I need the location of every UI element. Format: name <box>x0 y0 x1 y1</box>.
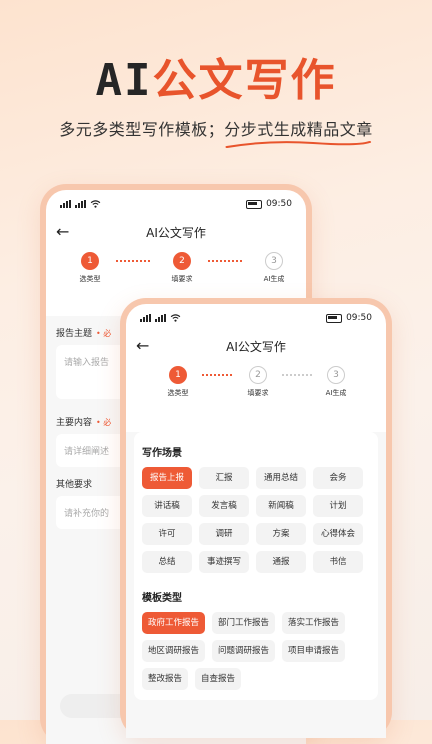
step-connector <box>116 260 150 264</box>
phone-screen-front: 09:50 ← AI公文写作 1 选类型 2 填要求 3 AI生成 写作场景 报告上报… <box>126 304 386 738</box>
step-number: 1 <box>169 366 187 384</box>
scene-chip[interactable]: 心得体会 <box>313 523 363 545</box>
step-3: 3 AI生成 <box>244 252 304 284</box>
step-number: 2 <box>249 366 267 384</box>
status-bar: 09:50 <box>46 190 306 218</box>
template-chip[interactable]: 政府工作报告 <box>142 612 206 634</box>
scene-chip[interactable]: 汇报 <box>199 467 249 489</box>
signal-icon <box>60 200 71 208</box>
wifi-icon <box>90 200 101 208</box>
hero-subtitle-pre: 多元多类型写作模板； <box>59 120 225 139</box>
step-indicator: 1 选类型 2 填要求 3 AI生成 <box>126 358 386 404</box>
status-bar: 09:50 <box>126 304 386 332</box>
hero-subtitle: 多元多类型写作模板；分步式生成精品文章 <box>0 116 432 148</box>
scene-chip[interactable]: 通报 <box>256 551 306 573</box>
hero-subtitle-highlight-text: 分步式生成精品文章 <box>224 120 373 139</box>
hero-subtitle-highlight: 分步式生成精品文章 <box>224 116 373 148</box>
signal-icon <box>75 200 86 208</box>
template-chip[interactable]: 问题调研报告 <box>212 640 276 662</box>
scene-chip[interactable]: 许可 <box>142 523 192 545</box>
template-section-title: 模板类型 <box>142 593 182 604</box>
step-number: 2 <box>173 252 191 270</box>
step-number: 3 <box>327 366 345 384</box>
scene-chip[interactable]: 报告上报 <box>142 467 192 489</box>
step-2: 2 填要求 <box>152 252 212 284</box>
template-chip-list: 政府工作报告 部门工作报告 落实工作报告地区调研报告 问题调研报告 项目申请报告整改报告… <box>142 612 370 690</box>
step-label: 选类型 <box>167 389 189 397</box>
scene-chip-list: 报告上报 汇报 通用总结 会务讲话稿 发言稿 新闻稿 计划许可 调研 方案 心得体会总结 事迹撰写通… <box>142 467 370 573</box>
template-chip[interactable]: 项目申请报告 <box>282 640 346 662</box>
hero-title-ai: AI <box>95 55 153 106</box>
template-chip[interactable]: 落实工作报告 <box>282 612 346 634</box>
step-label: AI生成 <box>263 275 285 283</box>
step-connector <box>208 260 242 264</box>
scene-chip[interactable]: 发言稿 <box>199 495 249 517</box>
scene-chip[interactable]: 会务 <box>313 467 363 489</box>
nav-bar: ← AI公文写作 <box>126 332 386 358</box>
template-chip[interactable]: 整改报告 <box>142 668 189 690</box>
template-chip[interactable]: 部门工作报告 <box>212 612 276 634</box>
hero-title-main: 公文写作 <box>152 55 337 106</box>
hero-title: AI公文写作 <box>0 44 432 108</box>
battery-icon <box>246 199 263 209</box>
signal-icon <box>155 314 166 322</box>
step-1: 1 选类型 <box>148 366 208 398</box>
page-title: AI公文写作 <box>146 226 206 240</box>
underline-swoosh-icon <box>225 141 372 148</box>
wifi-icon <box>170 314 181 322</box>
page-title: AI公文写作 <box>226 340 286 354</box>
selection-card: 写作场景 报告上报 汇报 通用总结 会务讲话稿 发言稿 新闻稿 计划许可 调研 方案 心得体会总结… <box>134 432 378 700</box>
status-time: 09:50 <box>346 313 372 323</box>
signal-icon <box>140 314 151 322</box>
scene-chip[interactable]: 事迹撰写 <box>199 551 249 573</box>
step-label: 填要求 <box>171 275 193 283</box>
step-1: 1 选类型 <box>60 252 120 284</box>
scene-chip[interactable]: 通用总结 <box>256 467 306 489</box>
step-number: 3 <box>265 252 283 270</box>
status-time: 09:50 <box>266 199 292 209</box>
template-chip[interactable]: 地区调研报告 <box>142 640 206 662</box>
step-3: 3 AI生成 <box>306 366 366 398</box>
scene-chip[interactable]: 总结 <box>142 551 192 573</box>
battery-icon <box>326 313 343 323</box>
scene-chip[interactable]: 计划 <box>313 495 363 517</box>
scene-chip[interactable]: 新闻稿 <box>256 495 306 517</box>
scene-chip[interactable]: 书信 <box>313 551 363 573</box>
scene-chip[interactable]: 调研 <box>199 523 249 545</box>
step-2: 2 填要求 <box>228 366 288 398</box>
scene-section-title: 写作场景 <box>142 448 182 459</box>
scene-chip[interactable]: 讲话稿 <box>142 495 192 517</box>
step-number: 1 <box>81 252 99 270</box>
scene-chip[interactable]: 方案 <box>256 523 306 545</box>
step-indicator: 1 选类型 2 填要求 3 AI生成 <box>46 244 306 290</box>
type-selection: 写作场景 报告上报 汇报 通用总结 会务讲话稿 发言稿 新闻稿 计划许可 调研 方案 心得体会总结… <box>126 432 386 738</box>
nav-bar: ← AI公文写作 <box>46 218 306 244</box>
step-label: 选类型 <box>79 275 101 283</box>
template-chip[interactable]: 自查报告 <box>195 668 242 690</box>
phone-mockup-front: 09:50 ← AI公文写作 1 选类型 2 填要求 3 AI生成 写作场景 报告上报… <box>120 298 392 738</box>
step-label: AI生成 <box>325 389 347 397</box>
step-label: 填要求 <box>247 389 269 397</box>
